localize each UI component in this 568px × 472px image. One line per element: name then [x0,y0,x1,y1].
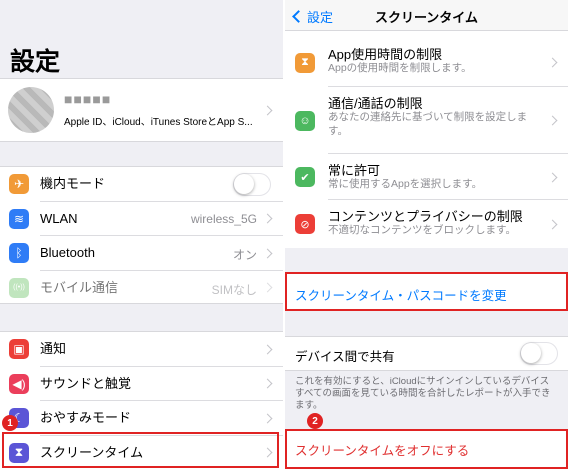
screen-time-option-2[interactable]: ✔ 常に許可 常に使用するAppを選択します。 [285,154,568,200]
chevron-right-icon [262,378,273,389]
settings-row-0[interactable]: ✈ 機内モード [0,167,283,202]
nav-bar: 設定 スクリーンタイム [285,0,568,31]
hourglass-icon: ⧗ [295,52,315,73]
row-value: オン [232,248,257,263]
account-subtitle: Apple ID、iCloud、iTunes StoreとApp S... [64,117,253,128]
avatar [8,87,54,133]
option-subtitle: あなたの連絡先に基づいて制限を設定します。 [328,111,528,137]
nav-title: スクリーンタイム [374,10,479,25]
highlight-screen-time [2,432,279,468]
chevron-right-icon [262,282,273,293]
row-label: モバイル通信 [40,279,119,295]
row-label: おやすみモード [40,410,132,426]
row-label: Bluetooth [40,245,95,261]
chevron-right-icon [262,105,273,116]
chevron-right-icon [262,413,273,424]
chevron-right-icon [262,248,273,259]
row-label: サウンドと触覚 [40,375,132,391]
share-across-devices-toggle[interactable] [520,342,558,365]
settings-panel: 設定 ■■■■■ Apple ID、iCloud、iTunes StoreとAp… [0,0,283,472]
airplane-mode-toggle[interactable] [233,172,271,196]
checkmark-icon: ✔ [295,167,315,187]
share-across-devices-row: デバイス間で共有 [285,336,568,371]
option-subtitle: Appの使用時間を制限します。 [328,62,472,74]
chevron-right-icon [547,115,558,126]
chevron-right-icon [547,172,558,182]
step-badge-1: 1 [2,415,18,431]
sound-icon: ◀) [9,373,29,394]
account-name: ■■■■■ [64,91,112,107]
row-value: wireless_5G [190,211,257,226]
airplane-icon: ✈ [9,174,29,195]
connectivity-group: ✈ 機内モード ≋ WLAN wireless_5G ᛒ Bluetooth オン ((•)) モ… [0,166,283,304]
settings-row-1[interactable]: ◀) サウンドと触覚 [0,367,283,401]
option-subtitle: 不適切なコンテンツをブロックします。 [328,224,516,236]
chevron-right-icon [262,213,273,224]
highlight-turn-off [285,429,568,469]
contact-icon: ☺ [295,110,315,131]
screen-time-option-0[interactable]: ⧗ App使用時間の制限 Appの使用時間を制限します。 [285,38,568,87]
cellular-icon: ((•)) [9,277,29,298]
screen-time-option-3[interactable]: ⊘ コンテンツとプライバシーの制限 不適切なコンテンツをブロックします。 [285,200,568,248]
highlight-passcode [285,272,568,311]
share-footnote: これを有効にすると、iCloudにサインインしているデバイスすべての画面を見てい… [295,376,551,411]
screen-time-option-1[interactable]: ☺ 通信/通話の制限 あなたの連絡先に基づいて制限を設定します。 [285,87,568,154]
screen-time-panel: 設定 スクリーンタイム ⧗ App使用時間の制限 Appの使用時間を制限します。 ☺ 通… [285,0,568,472]
chevron-right-icon [262,344,273,355]
option-subtitle: 常に使用するAppを選択します。 [328,178,483,190]
page-title: 設定 [10,48,61,76]
row-label: 通知 [40,341,67,357]
row-label: WLAN [40,210,78,226]
settings-row-2[interactable]: ᛒ Bluetooth オン [0,236,283,271]
notifications-icon: ▣ [9,339,29,360]
settings-row-3[interactable]: ((•)) モバイル通信 SIMなし [0,271,283,306]
row-label: 機内モード [40,176,106,192]
settings-row-1[interactable]: ≋ WLAN wireless_5G [0,202,283,236]
restriction-icon: ⊘ [295,214,315,234]
chevron-right-icon [547,219,558,229]
step-badge-2: 2 [307,413,323,429]
settings-row-0[interactable]: ▣ 通知 [0,332,283,367]
apple-id-row[interactable]: ■■■■■ Apple ID、iCloud、iTunes StoreとApp S… [0,78,283,142]
settings-row-2[interactable]: ☾ おやすみモード [0,401,283,436]
share-across-devices-label: デバイス間で共有 [295,350,395,364]
bluetooth-icon: ᛒ [9,243,29,264]
chevron-right-icon [547,57,558,68]
wifi-icon: ≋ [9,208,29,229]
row-value: SIMなし [211,282,257,297]
